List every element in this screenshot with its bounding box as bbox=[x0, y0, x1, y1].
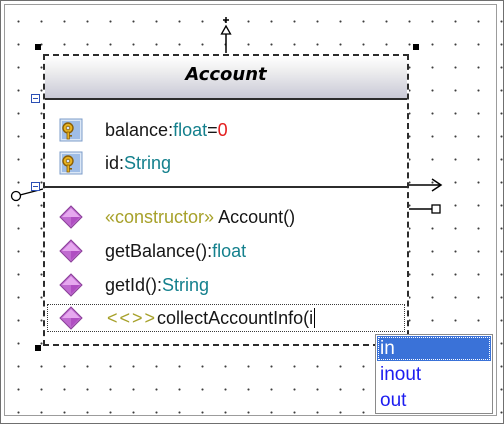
attribute-name: id bbox=[105, 152, 120, 173]
operation-stereotype: <<>> bbox=[107, 307, 158, 328]
operation-return-type: float bbox=[212, 240, 247, 261]
attribute-text: balance:float=0 bbox=[105, 120, 228, 141]
operation-diamond-icon bbox=[59, 273, 83, 297]
resize-handle-top-right[interactable] bbox=[413, 44, 419, 50]
autocomplete-option-inout[interactable]: inout bbox=[377, 362, 491, 387]
operation-return-type: String bbox=[162, 274, 210, 295]
attribute-type: float bbox=[173, 119, 208, 140]
autocomplete-option-in[interactable]: in bbox=[377, 336, 491, 361]
attribute-default-value: 0 bbox=[217, 119, 228, 140]
operation-edit-field[interactable]: <<>> collectAccountInfo(i bbox=[105, 307, 318, 329]
attribute-name: balance bbox=[105, 119, 169, 140]
operation-stereotype: «constructor» bbox=[105, 206, 215, 227]
attribute-row-balance[interactable]: balance:float=0 bbox=[59, 116, 228, 144]
attribute-row-id[interactable]: id:String bbox=[59, 149, 171, 177]
class-box[interactable]: Account balance:float=0 id:String «const… bbox=[43, 54, 409, 346]
operation-diamond-icon bbox=[59, 205, 83, 229]
collapse-operations-button[interactable] bbox=[31, 182, 40, 191]
operation-name: getBalance() bbox=[105, 240, 208, 261]
resize-handle-bottom-left[interactable] bbox=[35, 345, 41, 351]
operation-text: «constructor» Account() bbox=[105, 207, 295, 228]
operation-name: getId() bbox=[105, 274, 158, 295]
collapse-attributes-button[interactable] bbox=[31, 94, 40, 103]
attribute-type: String bbox=[124, 152, 172, 173]
attribute-key-icon bbox=[59, 151, 83, 175]
text-caret bbox=[314, 308, 316, 328]
operation-diamond-icon bbox=[59, 306, 83, 330]
resize-handle-top-left[interactable] bbox=[35, 44, 41, 50]
operation-text: getBalance():float bbox=[105, 241, 246, 262]
attribute-text: id:String bbox=[105, 153, 171, 174]
operation-row-getbalance[interactable]: getBalance():float bbox=[59, 237, 246, 265]
operation-diamond-icon bbox=[59, 239, 83, 263]
class-name[interactable]: Account bbox=[45, 64, 407, 85]
operation-text: getId():String bbox=[105, 275, 209, 296]
operation-row-getid[interactable]: getId():String bbox=[59, 271, 209, 299]
attribute-equals: = bbox=[207, 119, 218, 140]
compartment-divider bbox=[45, 186, 407, 188]
autocomplete-dropdown[interactable]: in inout out bbox=[375, 334, 493, 414]
class-header[interactable]: Account bbox=[45, 56, 407, 100]
operation-row-editing[interactable]: <<>> collectAccountInfo(i bbox=[47, 304, 405, 332]
operation-edit-text: collectAccountInfo(i bbox=[157, 307, 314, 328]
operation-name: Account() bbox=[214, 206, 296, 227]
autocomplete-option-out[interactable]: out bbox=[377, 388, 491, 413]
operation-row-constructor[interactable]: «constructor» Account() bbox=[59, 203, 295, 231]
attribute-key-icon bbox=[59, 118, 83, 142]
